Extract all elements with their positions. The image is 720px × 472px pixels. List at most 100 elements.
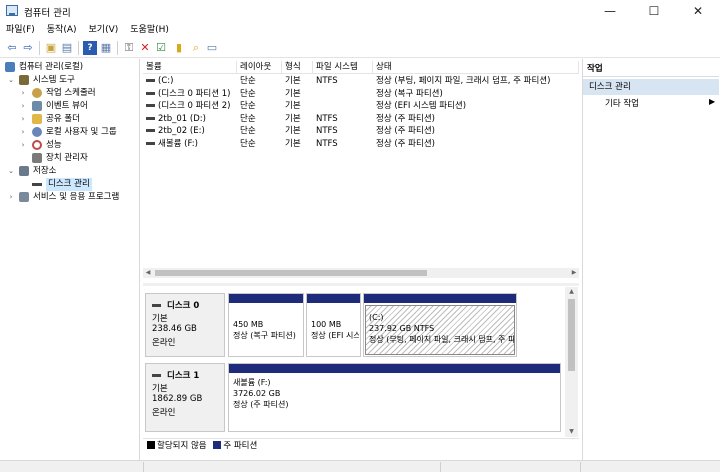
volume-icon — [146, 91, 155, 95]
window-title: 컴퓨터 관리 — [24, 8, 71, 19]
column-header-layout[interactable]: 레이아웃 — [237, 61, 282, 74]
computer-management-icon — [5, 62, 15, 72]
volume-icon — [146, 104, 155, 107]
menu-action[interactable]: 동작(A) — [41, 22, 83, 38]
disk-1-row: 디스크 1 기본 1862.89 GB 온라인 새볼륨 (F:) 3726.02… — [145, 363, 563, 432]
scrollbar-thumb[interactable] — [568, 299, 575, 371]
column-header-status[interactable]: 상태 — [373, 61, 579, 74]
partition-efi[interactable]: 100 MB 정상 (EFI 시스템 파티션) — [306, 293, 361, 357]
chevron-right-icon[interactable]: › — [7, 191, 15, 204]
properties-icon[interactable]: ▦ — [99, 41, 113, 55]
disk-management-icon — [32, 183, 42, 186]
delete-icon[interactable]: ✕ — [138, 41, 152, 55]
actions-header: 작업 — [583, 61, 719, 77]
tools-icon — [19, 75, 29, 85]
search-icon[interactable]: ⌕ — [189, 41, 203, 55]
table-row[interactable]: (C:) 단순 기본 NTFS 정상 (부팅, 페이지 파일, 크래시 덤프, … — [143, 75, 579, 88]
menu-file[interactable]: 파일(F) — [0, 22, 41, 38]
status-divider — [580, 462, 581, 472]
status-divider — [440, 462, 441, 472]
chevron-right-icon[interactable]: ▶ — [709, 97, 715, 106]
volume-icon — [146, 79, 155, 82]
scrollbar-thumb[interactable] — [155, 270, 427, 276]
chevron-right-icon[interactable]: › — [19, 113, 27, 126]
help-icon[interactable]: ? — [83, 41, 97, 55]
more-actions-link[interactable]: 기타 작업 — [605, 97, 639, 109]
unallocated-swatch — [147, 441, 155, 449]
chevron-down-icon[interactable]: ⌄ — [7, 74, 15, 87]
partition-band — [229, 364, 560, 373]
toolbar-separator — [78, 41, 79, 55]
table-row[interactable]: (디스크 0 파티션 2) 단순 기본 정상 (EFI 시스템 파티션) — [143, 100, 579, 113]
import-icon[interactable]: ▮ — [172, 41, 186, 55]
toolbar-separator — [117, 41, 118, 55]
console-tree: 컴퓨터 관리(로컬) ⌄ 시스템 도구 › 작업 스케줄러 › 이벤트 뷰어 ›… — [0, 59, 140, 460]
connect-icon[interactable]: ⚿ — [122, 41, 136, 55]
scroll-left-icon[interactable]: ◀ — [143, 268, 153, 278]
scroll-right-icon[interactable]: ▶ — [569, 268, 579, 278]
table-row[interactable]: 2tb_02 (E:) 단순 기본 NTFS 정상 (주 파티션) — [143, 125, 579, 138]
chevron-right-icon[interactable]: › — [19, 139, 27, 152]
scroll-up-icon[interactable]: ▲ — [565, 287, 578, 297]
event-viewer-icon — [32, 101, 42, 111]
partition-band — [307, 294, 360, 303]
back-arrow-icon[interactable]: ⇦ — [5, 41, 19, 55]
minimize-button[interactable]: — — [588, 0, 632, 22]
table-row[interactable]: 2tb_01 (D:) 단순 기본 NTFS 정상 (주 파티션) — [143, 113, 579, 126]
chevron-right-icon[interactable]: › — [19, 100, 27, 113]
scroll-down-icon[interactable]: ▼ — [565, 427, 578, 437]
shared-folder-icon — [32, 114, 42, 124]
disk-1-label[interactable]: 디스크 1 기본 1862.89 GB 온라인 — [145, 363, 225, 432]
column-header-filesystem[interactable]: 파일 시스템 — [313, 61, 373, 74]
partition-recovery[interactable]: 450 MB 정상 (복구 파티션) — [228, 293, 304, 357]
menu-help[interactable]: 도움말(H) — [124, 22, 175, 38]
menu-view[interactable]: 보기(V) — [83, 22, 125, 38]
users-icon — [32, 127, 42, 137]
up-folder-icon[interactable]: ▣ — [44, 41, 58, 55]
legend-primary-label: 주 파티션 — [223, 441, 258, 451]
volume-icon — [146, 129, 155, 132]
toolbar-separator — [39, 41, 40, 55]
status-divider — [143, 462, 144, 472]
volume-list: 볼륨 레이아웃 형식 파일 시스템 상태 (C:) 단순 기본 NTFS 정상 … — [143, 59, 579, 277]
actions-pane: 작업 디스크 관리 기타 작업 ▶ — [582, 59, 720, 460]
toolbar: ⇦ ⇨ ▣ ▤ ? ▦ ⚿ ✕ ☑ ▮ ⌕ ▭ — [0, 38, 720, 58]
disk-0-row: 디스크 0 기본 238.46 GB 온라인 450 MB 정상 (복구 파티션… — [145, 293, 563, 357]
partition-c[interactable]: (C:) 237.92 GB NTFS 정상 (부팅, 페이지 파일, 크래시 … — [363, 293, 517, 357]
view-icon[interactable]: ▭ — [205, 41, 219, 55]
partition-band — [364, 294, 516, 303]
device-manager-icon — [32, 153, 42, 163]
disk-0-label[interactable]: 디스크 0 기본 238.46 GB 온라인 — [145, 293, 225, 357]
volume-list-horizontal-scrollbar[interactable]: ◀ ▶ — [143, 268, 579, 278]
disk-view-vertical-scrollbar[interactable]: ▲ ▼ — [565, 287, 578, 437]
pane-splitter[interactable] — [143, 283, 579, 286]
actions-section-disk-management[interactable]: 디스크 관리 — [583, 79, 719, 95]
partition-band — [229, 294, 303, 303]
close-button[interactable]: ✕ — [676, 0, 720, 22]
check-icon[interactable]: ☑ — [154, 41, 168, 55]
disk-graphical-view: 디스크 0 기본 238.46 GB 온라인 450 MB 정상 (복구 파티션… — [143, 287, 579, 437]
chevron-down-icon[interactable]: ⌄ — [7, 165, 15, 178]
legend-unallocated-label: 할당되지 않음 — [157, 441, 207, 451]
performance-icon — [32, 140, 42, 150]
chevron-right-icon[interactable]: › — [19, 126, 27, 139]
forward-arrow-icon[interactable]: ⇨ — [21, 41, 35, 55]
chevron-right-icon[interactable]: › — [19, 87, 27, 100]
scheduler-icon — [32, 88, 42, 98]
column-header-volume[interactable]: 볼륨 — [143, 61, 237, 74]
table-row[interactable]: 새볼륨 (F:) 단순 기본 NTFS 정상 (주 파티션) — [143, 138, 579, 151]
partition-legend: 할당되지 않음 주 파티션 — [143, 438, 579, 452]
computer-management-icon — [6, 5, 18, 16]
disk-icon — [152, 304, 161, 307]
title-bar: 컴퓨터 관리 — ☐ ✕ — [0, 0, 720, 22]
volume-list-header: 볼륨 레이아웃 형식 파일 시스템 상태 — [143, 61, 579, 74]
table-row[interactable]: (디스크 0 파티션 1) 단순 기본 정상 (복구 파티션) — [143, 88, 579, 101]
maximize-button[interactable]: ☐ — [632, 0, 676, 22]
status-bar — [0, 460, 720, 472]
column-header-type[interactable]: 형식 — [282, 61, 313, 74]
show-tree-icon[interactable]: ▤ — [60, 41, 74, 55]
disk-icon — [152, 374, 161, 377]
menu-bar: 파일(F) 동작(A) 보기(V) 도움말(H) — [0, 22, 720, 38]
partition-f[interactable]: 새볼륨 (F:) 3726.02 GB 정상 (주 파티션) — [228, 363, 561, 432]
primary-partition-swatch — [213, 441, 222, 449]
